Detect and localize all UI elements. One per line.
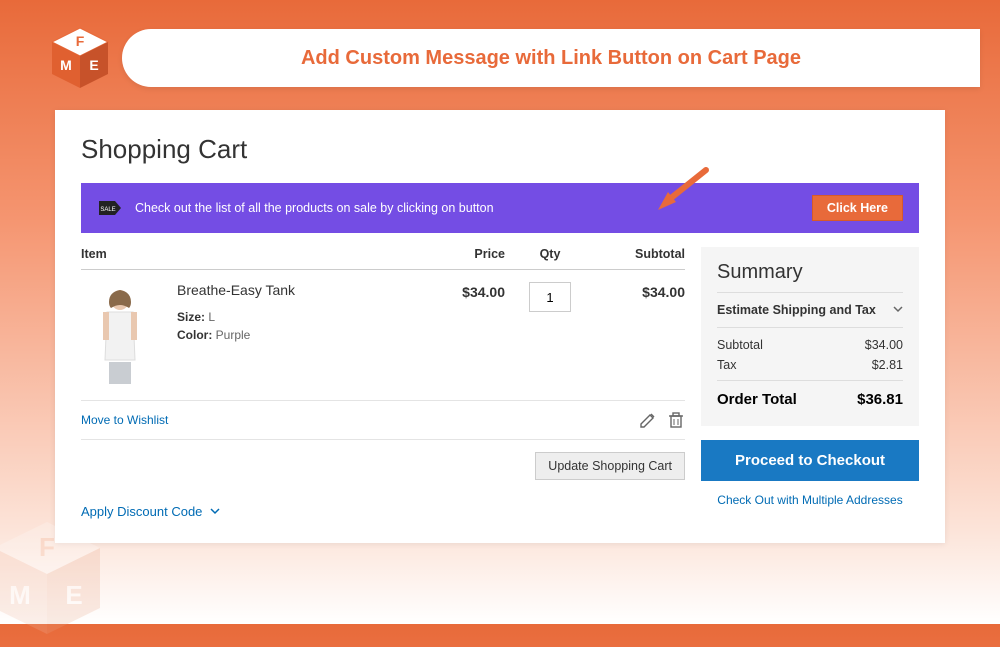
cart-card: Shopping Cart SALE Check out the list of… (55, 110, 945, 543)
estimate-label: Estimate Shipping and Tax (717, 303, 876, 317)
item-subtotal: $34.00 (595, 282, 685, 392)
svg-text:SALE: SALE (100, 207, 115, 213)
trash-icon[interactable] (667, 411, 685, 429)
brand-logo: F M E (46, 24, 114, 92)
col-header-item: Item (81, 247, 425, 261)
color-value: Purple (216, 328, 251, 342)
item-price: $34.00 (425, 282, 505, 392)
size-value: L (208, 310, 215, 324)
banner-pill: Add Custom Message with Link Button on C… (122, 29, 980, 87)
subtotal-value: $34.00 (865, 338, 903, 352)
summary-heading: Summary (717, 261, 903, 293)
custom-message-text: Check out the list of all the products o… (135, 201, 800, 215)
tax-value: $2.81 (872, 358, 903, 372)
color-label: Color: (177, 328, 212, 342)
apply-discount-toggle[interactable]: Apply Discount Code (81, 504, 685, 519)
cart-items-section: Item Price Qty Subtotal (81, 247, 685, 519)
col-header-subtotal: Subtotal (595, 247, 685, 261)
order-total-value: $36.81 (857, 391, 903, 408)
proceed-to-checkout-button[interactable]: Proceed to Checkout (701, 440, 919, 481)
svg-text:F: F (76, 33, 85, 49)
cart-item-row: Breathe-Easy Tank Size: L Color: Purple … (81, 270, 685, 401)
estimate-shipping-toggle[interactable]: Estimate Shipping and Tax (717, 303, 903, 328)
size-label: Size: (177, 310, 205, 324)
page-title: Shopping Cart (81, 134, 919, 165)
custom-message-button[interactable]: Click Here (812, 195, 903, 221)
chevron-down-icon (893, 303, 903, 317)
col-header-qty: Qty (505, 247, 595, 261)
svg-text:E: E (89, 57, 98, 73)
col-header-price: Price (425, 247, 505, 261)
svg-text:M: M (60, 57, 72, 73)
tax-label: Tax (717, 358, 736, 372)
multiple-addresses-link[interactable]: Check Out with Multiple Addresses (701, 493, 919, 507)
summary-panel: Summary Estimate Shipping and Tax Subtot… (701, 247, 919, 426)
svg-text:M: M (9, 580, 31, 610)
qty-input[interactable] (529, 282, 571, 312)
custom-message-bar: SALE Check out the list of all the produ… (81, 183, 919, 233)
move-to-wishlist-link[interactable]: Move to Wishlist (81, 413, 168, 427)
subtotal-label: Subtotal (717, 338, 763, 352)
discount-label: Apply Discount Code (81, 504, 202, 519)
chevron-down-icon (210, 504, 220, 519)
svg-text:E: E (65, 580, 82, 610)
order-total-label: Order Total (717, 391, 797, 408)
update-cart-button[interactable]: Update Shopping Cart (535, 452, 685, 480)
product-name[interactable]: Breathe-Easy Tank (177, 282, 425, 298)
edit-icon[interactable] (639, 411, 657, 429)
banner-title: Add Custom Message with Link Button on C… (301, 47, 801, 70)
product-image[interactable] (81, 282, 159, 392)
sale-tag-icon: SALE (97, 199, 123, 217)
svg-text:F: F (39, 532, 55, 562)
